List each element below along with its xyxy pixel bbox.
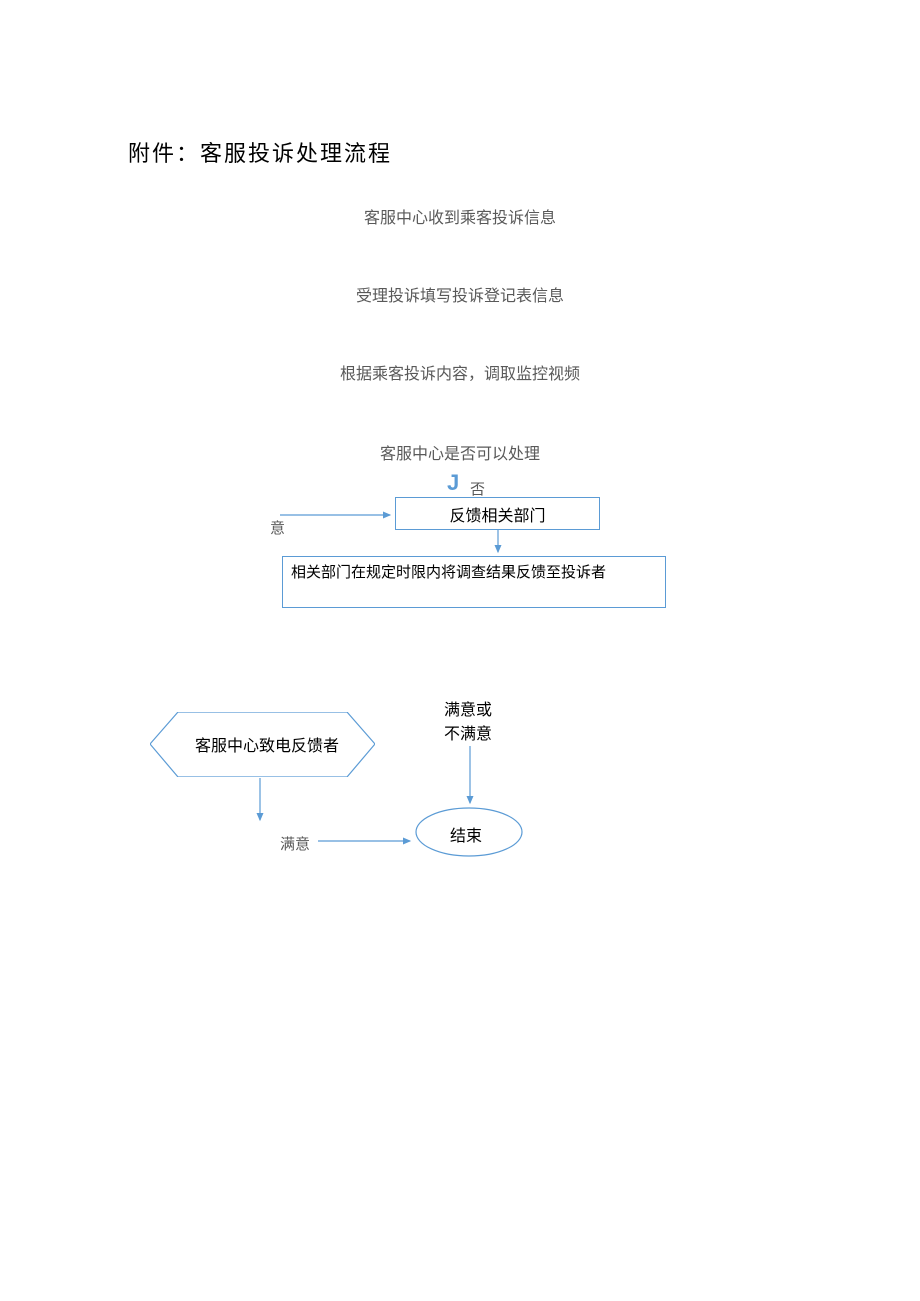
flow-hex-callback: 客服中心致电反馈者: [195, 732, 339, 756]
arrow-satisfaction-to-end: [460, 746, 480, 810]
label-satisfied: 满意: [280, 833, 310, 854]
flow-end-label: 结束: [450, 822, 482, 846]
flow-decision-handle: 客服中心是否可以处理: [0, 440, 920, 464]
document-title: 附件：客服投诉处理流程: [128, 136, 392, 168]
box-feedback-dept-label: 反馈相关部门: [449, 502, 545, 526]
flow-box-investigation: 相关部门在规定时限内将调查结果反馈至投诉者: [282, 556, 666, 608]
flow-step-video: 根据乘客投诉内容，调取监控视频: [0, 360, 920, 384]
flow-step-receive: 客服中心收到乘客投诉信息: [0, 204, 920, 228]
decorative-j-icon: J: [447, 470, 459, 496]
arrow-to-feedback-dept: [280, 505, 398, 525]
flow-step-register: 受理投诉填写投诉登记表信息: [0, 282, 920, 306]
partial-text-yi: 意: [270, 517, 285, 538]
flow-box-feedback-dept: 反馈相关部门: [395, 497, 600, 530]
arrow-satisfied-to-end: [318, 833, 418, 849]
label-satisfied-or-not: 满意或不满意: [444, 699, 500, 747]
box-investigation-label: 相关部门在规定时限内将调查结果反馈至投诉者: [291, 565, 606, 581]
arrow-to-investigation: [488, 530, 508, 558]
arrow-hex-down: [250, 778, 270, 826]
decision-no-label: 否: [470, 478, 485, 499]
